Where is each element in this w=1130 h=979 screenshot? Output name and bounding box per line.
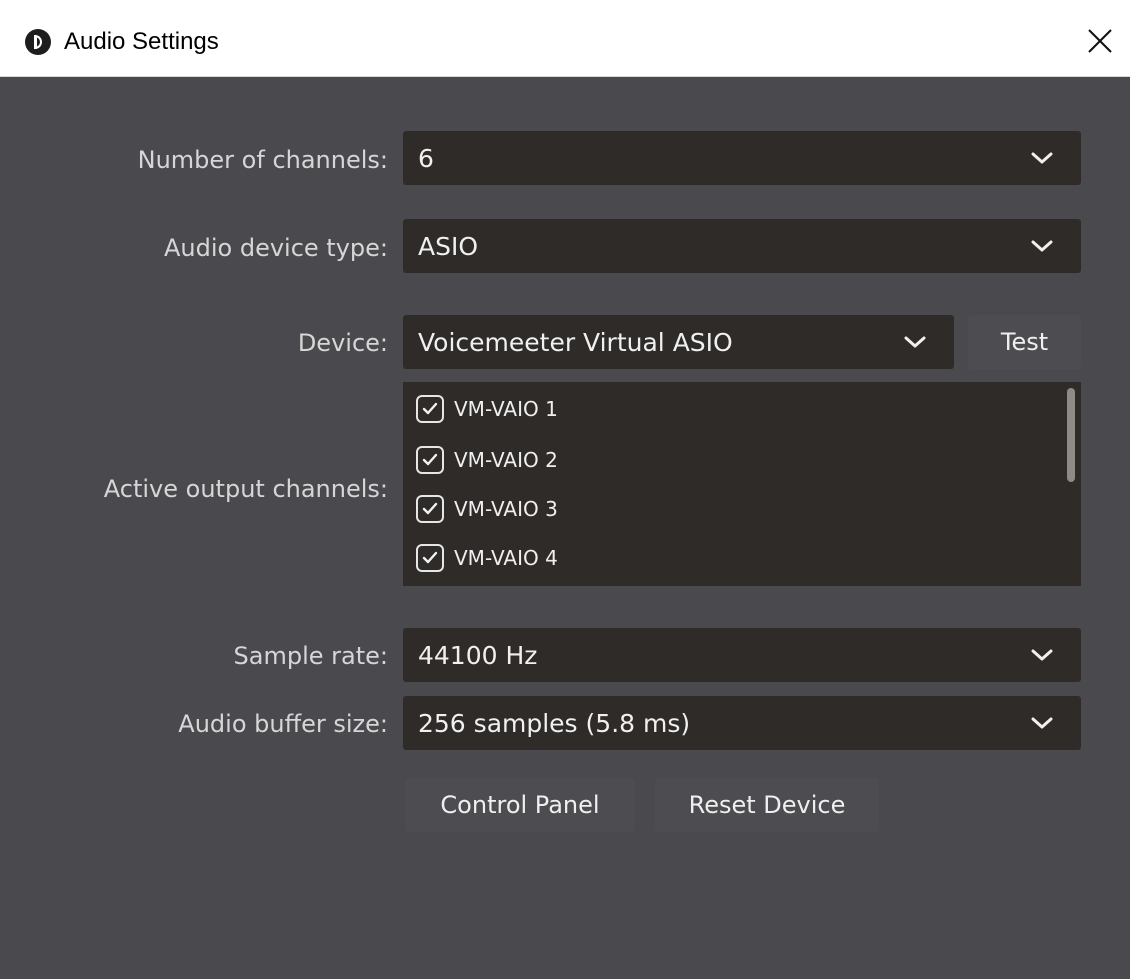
close-button[interactable] [1074,16,1130,66]
window-title: Audio Settings [64,28,219,55]
list-item[interactable]: VM-VAIO 3 [416,492,558,526]
control-panel-button[interactable]: Control Panel [405,778,635,832]
device-label: Device: [297,329,388,357]
sample-rate-dropdown[interactable]: 44100 Hz [403,628,1081,682]
test-button[interactable]: Test [968,315,1081,369]
chevron-down-icon [1031,717,1053,729]
list-item[interactable]: VM-VAIO 1 [416,392,558,426]
chevron-down-icon [904,336,926,348]
device-value: Voicemeeter Virtual ASIO [418,327,733,357]
channel-name: VM-VAIO 4 [454,546,558,570]
list-item[interactable]: VM-VAIO 2 [416,443,558,477]
buffer-size-dropdown[interactable]: 256 samples (5.8 ms) [403,696,1081,750]
checkbox-checked-icon[interactable] [416,446,444,474]
device-type-label: Audio device type: [163,234,388,262]
active-outputs-label: Active output channels: [103,475,388,503]
device-type-value: ASIO [418,231,479,261]
list-scrollbar[interactable] [1067,388,1075,482]
audio-settings-window: Audio Settings Number of channels: 6 Aud… [0,0,1130,979]
buffer-size-value: 256 samples (5.8 ms) [418,708,691,738]
checkmark-icon [422,402,438,415]
sample-rate-value: 44100 Hz [418,640,538,670]
chevron-down-icon [1031,152,1053,164]
app-logo-icon [25,29,51,55]
close-icon [1088,29,1112,53]
sample-rate-label: Sample rate: [233,642,388,670]
checkmark-icon [422,453,438,466]
active-outputs-list: VM-VAIO 1 VM-VAIO 2 VM-VAIO 3 VM-VAIO 4 [403,382,1081,586]
channels-value: 6 [418,143,434,173]
checkbox-checked-icon[interactable] [416,544,444,572]
chevron-down-icon [1031,240,1053,252]
reset-device-button[interactable]: Reset Device [655,778,879,832]
checkmark-icon [422,551,438,564]
channels-dropdown[interactable]: 6 [403,131,1081,185]
chevron-down-icon [1031,649,1053,661]
list-item[interactable]: VM-VAIO 4 [416,541,558,575]
device-dropdown[interactable]: Voicemeeter Virtual ASIO [403,315,954,369]
checkbox-checked-icon[interactable] [416,495,444,523]
channels-label: Number of channels: [137,146,388,174]
channel-name: VM-VAIO 3 [454,497,558,521]
channel-name: VM-VAIO 2 [454,448,558,472]
checkmark-icon [422,502,438,515]
buffer-size-label: Audio buffer size: [178,710,388,738]
checkbox-checked-icon[interactable] [416,395,444,423]
title-bar: Audio Settings [0,0,1130,77]
channel-name: VM-VAIO 1 [454,397,558,421]
device-type-dropdown[interactable]: ASIO [403,219,1081,273]
